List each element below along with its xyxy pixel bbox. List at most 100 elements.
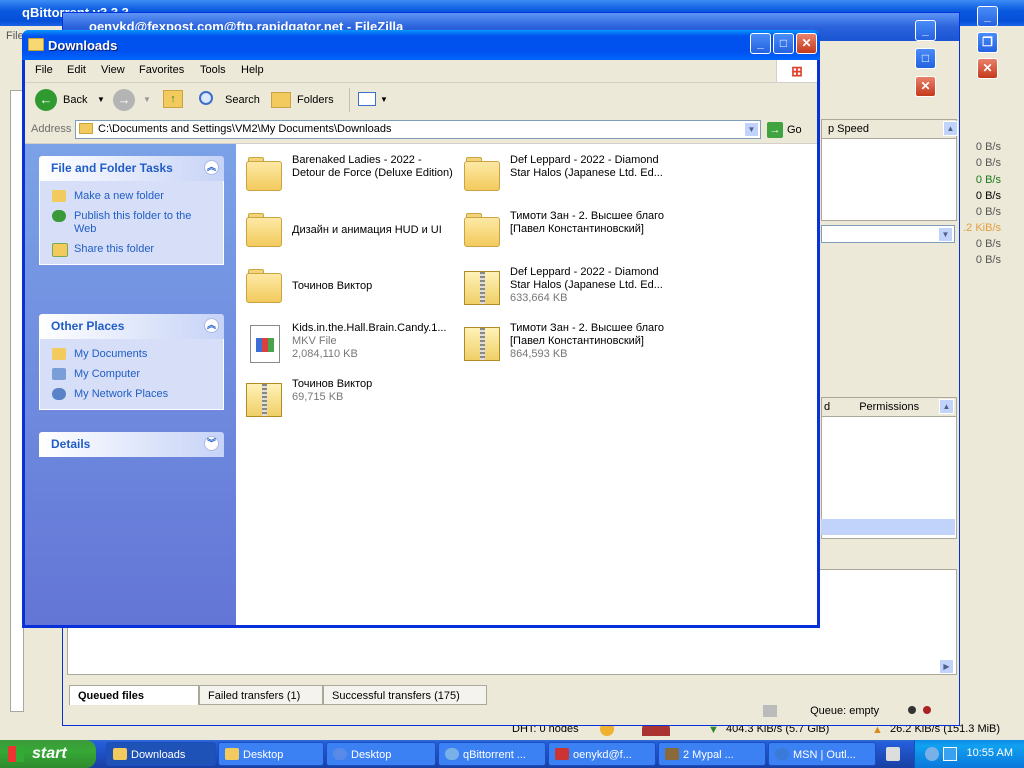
other-places-header[interactable]: Other Places ︽ (39, 314, 224, 339)
my-network-places-link[interactable]: My Network Places (52, 388, 215, 401)
folder-icon (113, 748, 127, 760)
my-network-places-label: My Network Places (74, 388, 169, 400)
scroll-right-button[interactable]: ▶ (939, 659, 954, 674)
back-button[interactable]: ← Back ▼ (33, 88, 105, 112)
menu-view[interactable]: View (101, 64, 125, 76)
file-item[interactable]: Kids.in.the.Hall.Brain.Candy.1... MKV Fi… (244, 320, 459, 366)
taskbar-label: MSN | Outl... (793, 749, 856, 761)
col-d-header[interactable]: d (824, 401, 830, 413)
address-dropdown-icon[interactable]: ▼ (744, 122, 759, 137)
file-name: Тимоти Зан - 2. Высшее благо [Павел Конс… (510, 210, 664, 235)
menu-edit[interactable]: Edit (67, 64, 86, 76)
fz-minimize-button[interactable]: _ (915, 20, 936, 41)
speed-scrollbar[interactable]: ▲ (943, 121, 959, 217)
tab-queued-files[interactable]: Queued files (69, 685, 199, 705)
keyboard-icon[interactable] (886, 747, 900, 761)
file-folder-tasks-title: File and Folder Tasks (51, 161, 173, 175)
remote-path-dropdown[interactable]: ▼ (821, 225, 955, 243)
views-dropdown-icon[interactable]: ▼ (380, 88, 388, 112)
file-folder-tasks-panel: File and Folder Tasks ︽ Make a new folde… (39, 156, 224, 265)
globe-icon (52, 210, 66, 222)
system-tray: 10:55 AM (914, 740, 1024, 768)
details-header[interactable]: Details ︾ (39, 432, 224, 457)
qbit-minimize-button[interactable]: _ (977, 6, 998, 27)
go-button[interactable]: → Go (767, 122, 802, 138)
qbit-maximize-button[interactable]: ❐ (977, 32, 998, 53)
explorer-titlebar[interactable]: Downloads _ □ ✕ (22, 30, 820, 60)
start-label: start (32, 745, 67, 762)
file-item[interactable]: Дизайн и анимация HUD и UI (244, 208, 459, 254)
start-button[interactable]: start (0, 740, 96, 768)
permissions-header[interactable]: Permissions (859, 401, 919, 413)
scroll-up-button[interactable]: ▲ (943, 121, 958, 136)
taskbar-button-qbittorrent[interactable]: qBittorrent ... (438, 742, 546, 766)
forward-dropdown-icon[interactable]: ▼ (143, 88, 151, 112)
taskbar-button-desktop-2[interactable]: Desktop (326, 742, 436, 766)
folders-button[interactable]: Folders (271, 88, 337, 112)
folder-icon (225, 748, 239, 760)
speed-column-header[interactable]: p Speed (822, 120, 956, 139)
taskbar: start Downloads Desktop Desktop qBittorr… (0, 740, 1024, 768)
forward-button[interactable]: → ▼ (113, 88, 153, 112)
taskbar-button-filezilla[interactable]: oenykd@f... (548, 742, 656, 766)
file-item[interactable]: Barenaked Ladies - 2022 - Detour de Forc… (244, 152, 459, 198)
address-label: Address (31, 123, 72, 135)
network-tray-icon[interactable] (943, 747, 957, 761)
dropdown-arrow-icon[interactable]: ▼ (938, 227, 953, 242)
explorer-title: Downloads (48, 38, 118, 53)
file-folder-tasks-header[interactable]: File and Folder Tasks ︽ (39, 156, 224, 181)
file-item[interactable]: Def Leppard - 2022 - Diamond Star Halos … (462, 264, 677, 310)
search-button[interactable]: Search (197, 88, 263, 112)
taskbar-button-desktop[interactable]: Desktop (218, 742, 324, 766)
file-name: Точинов Виктор (292, 378, 373, 390)
taskbar-button-downloads[interactable]: Downloads (106, 742, 216, 766)
menu-file[interactable]: File (35, 64, 53, 76)
publish-folder-label: Publish this folder to the Web (74, 210, 192, 235)
make-new-folder-link[interactable]: Make a new folder (52, 190, 215, 203)
collapse-chevron-icon[interactable]: ︽ (204, 318, 219, 333)
my-documents-link[interactable]: My Documents (52, 348, 215, 361)
qbit-close-button[interactable]: ✕ (977, 58, 998, 79)
task-pane: File and Folder Tasks ︽ Make a new folde… (25, 144, 236, 625)
file-name: Barenaked Ladies - 2022 - Detour de Forc… (292, 154, 453, 179)
collapse-chevron-icon[interactable]: ︽ (204, 160, 219, 175)
fz-close-button[interactable]: ✕ (915, 76, 936, 97)
minimize-button[interactable]: _ (750, 33, 771, 54)
file-item[interactable]: Точинов Виктор 69,715 KB (244, 376, 459, 422)
tab-successful-transfers[interactable]: Successful transfers (175) (323, 685, 487, 705)
file-item[interactable]: Тимоти Зан - 2. Высшее благо [Павел Конс… (462, 320, 677, 366)
menu-help[interactable]: Help (241, 64, 264, 76)
up-folder-button[interactable]: ↑ (161, 88, 187, 112)
remote-hscrollbar[interactable] (821, 519, 955, 535)
expand-chevron-icon[interactable]: ︾ (204, 436, 219, 451)
share-folder-link[interactable]: Share this folder (52, 243, 215, 257)
menu-tools[interactable]: Tools (200, 64, 226, 76)
my-computer-link[interactable]: My Computer (52, 368, 215, 381)
file-item[interactable]: Def Leppard - 2022 - Diamond Star Halos … (462, 152, 677, 198)
taskbar-label: Desktop (243, 749, 284, 761)
file-item[interactable]: Точинов Виктор (244, 264, 459, 310)
close-button[interactable]: ✕ (796, 33, 817, 54)
scroll-up-button[interactable]: ▲ (939, 399, 954, 414)
queue-scrollbar[interactable]: ▶ (939, 659, 955, 675)
search-label: Search (225, 94, 260, 106)
clock[interactable]: 10:55 AM (967, 747, 1013, 759)
file-item[interactable]: Тимоти Зан - 2. Высшее благо [Павел Конс… (462, 208, 677, 254)
speed-cell: 0 B/s (975, 174, 1001, 186)
back-dropdown-icon[interactable]: ▼ (97, 88, 105, 112)
publish-folder-link[interactable]: Publish this folder to the Web (52, 210, 215, 236)
taskbar-button-msn[interactable]: MSN | Outl... (768, 742, 876, 766)
remote-scrollbar[interactable]: ▲ (939, 399, 955, 519)
address-input[interactable]: C:\Documents and Settings\VM2\My Documen… (75, 120, 761, 139)
windows-logo-icon: ⊞ (776, 60, 817, 82)
menu-favorites[interactable]: Favorites (139, 64, 184, 76)
fz-maximize-button[interactable]: □ (915, 48, 936, 69)
taskbar-button-mypal[interactable]: 2 Mypal ... (658, 742, 766, 766)
qbittorrent-tray-icon[interactable] (925, 747, 939, 761)
taskbar-label: 2 Mypal ... (683, 749, 734, 761)
maximize-button[interactable]: □ (773, 33, 794, 54)
tab-failed-transfers[interactable]: Failed transfers (1) (199, 685, 323, 705)
folder-icon (462, 211, 502, 249)
queue-status-text: Queue: empty (810, 705, 880, 717)
views-button[interactable]: ▼ (349, 88, 390, 112)
